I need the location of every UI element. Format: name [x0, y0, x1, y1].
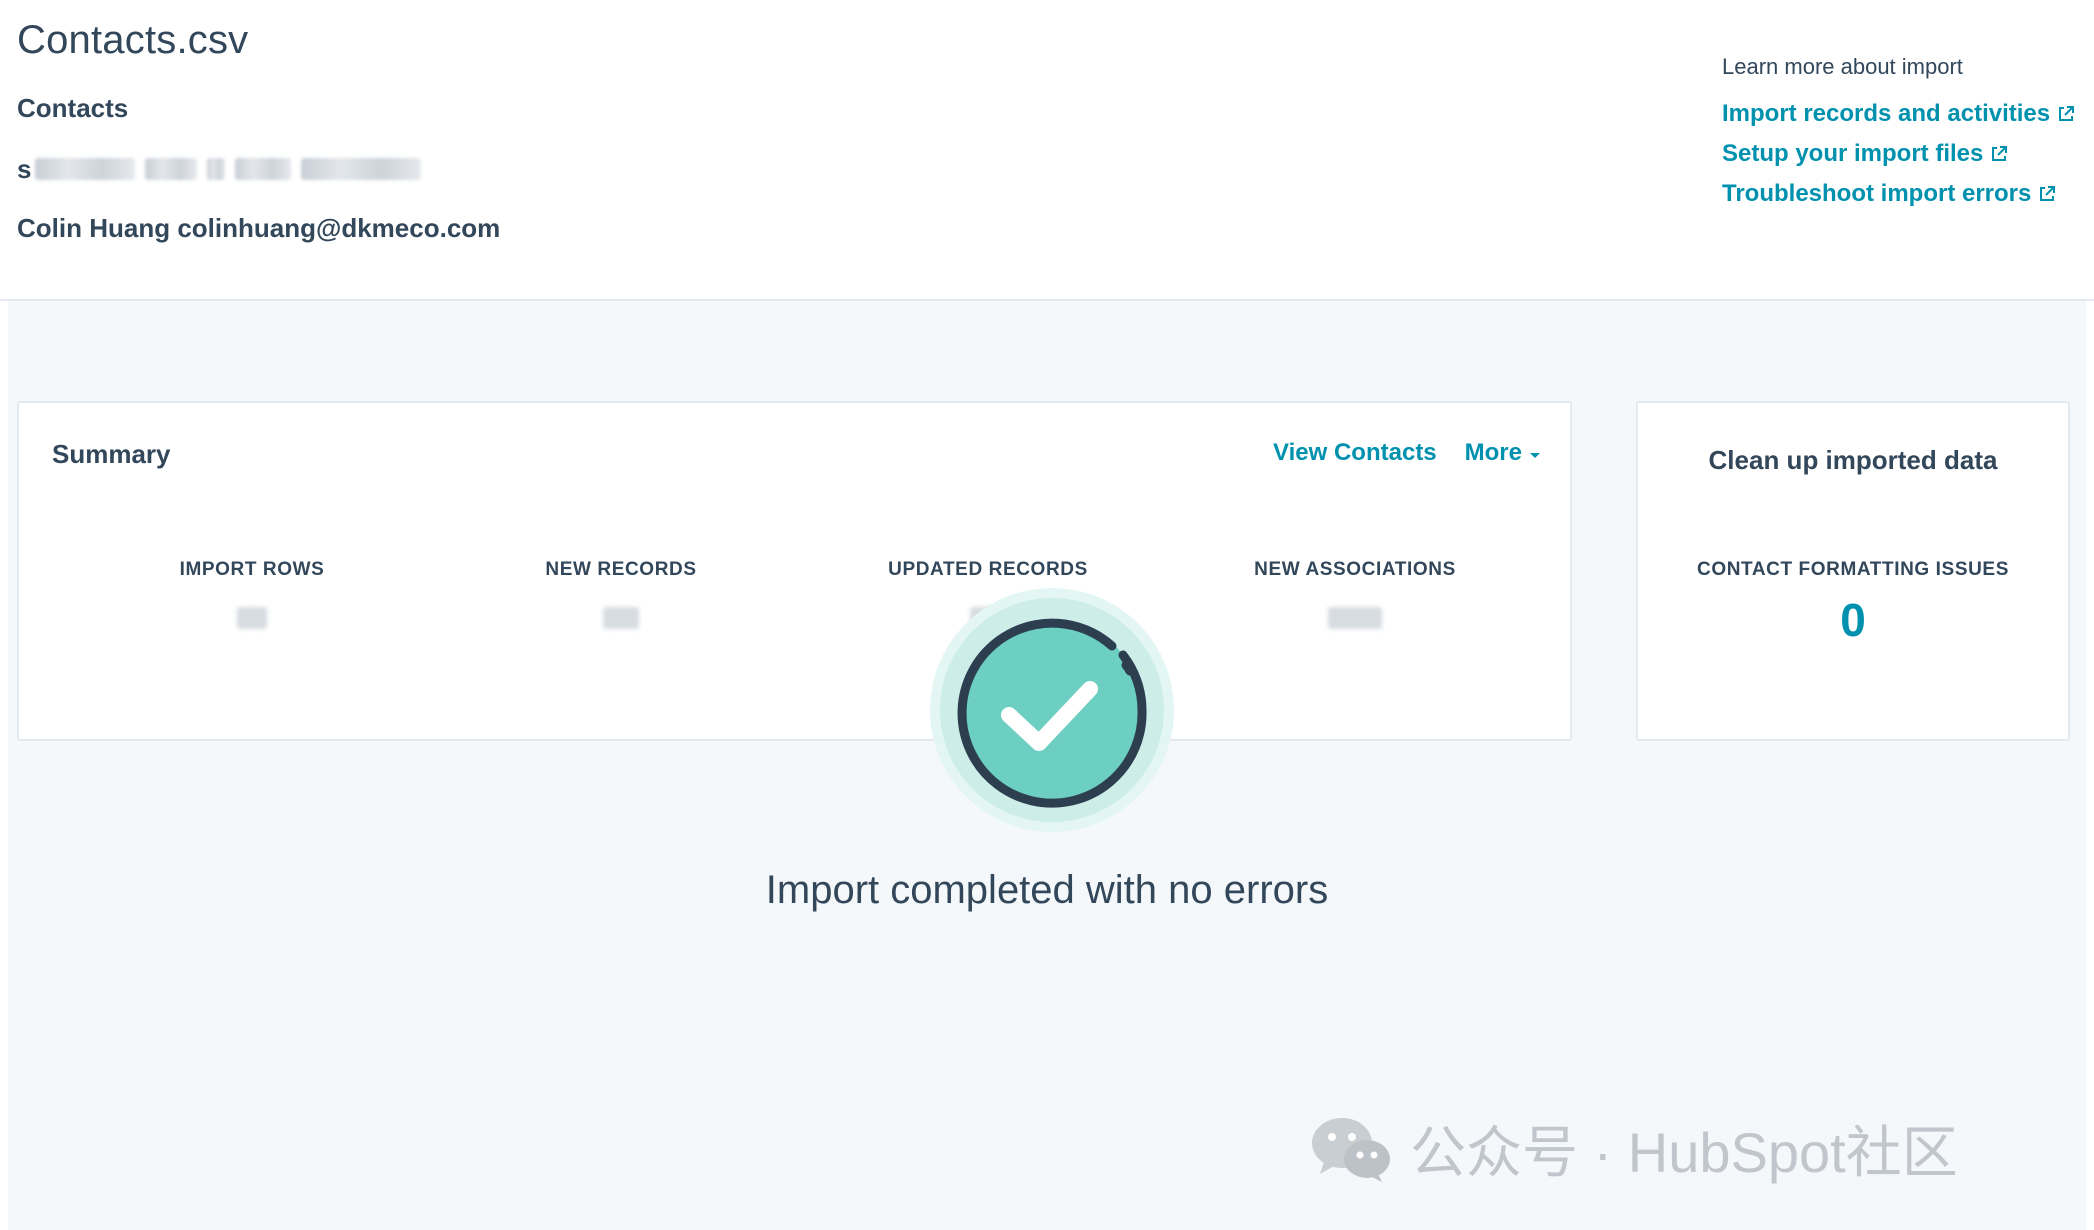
formatting-issues-label: CONTACT FORMATTING ISSUES — [1697, 559, 2009, 580]
learn-more-panel: Learn more about import Import records a… — [1722, 54, 2094, 214]
stat-label: NEW ASSOCIATIONS — [1254, 559, 1456, 580]
redacted-import-name: s — [17, 154, 451, 184]
more-label: More — [1464, 439, 1522, 466]
summary-card: Summary View Contacts More IMPORT ROWS N… — [17, 401, 1572, 741]
redacted-stat-value — [1328, 607, 1382, 629]
wechat-icon — [1312, 1117, 1390, 1182]
stat-import-rows: IMPORT ROWS — [72, 559, 432, 629]
stat-label: NEW RECORDS — [545, 559, 697, 580]
redacted-block — [35, 158, 136, 180]
external-link-icon — [2059, 106, 2075, 121]
formatting-issues-count[interactable]: 0 — [1638, 593, 2068, 647]
view-contacts-link[interactable]: View Contacts — [1273, 439, 1437, 467]
link-setup-import-files[interactable]: Setup your import files — [1722, 134, 2094, 174]
import-header: Contacts.csv Contacts s Colin Huang coli… — [0, 0, 2094, 301]
external-link-icon — [2040, 186, 2056, 201]
summary-actions: View Contacts More — [1273, 439, 1540, 467]
external-link-icon — [1992, 146, 2008, 161]
cleanup-title: Clean up imported data — [1708, 445, 1998, 475]
more-dropdown-button[interactable]: More — [1465, 439, 1540, 467]
file-title: Contacts.csv — [17, 18, 249, 62]
redacted-prefix: s — [17, 153, 32, 184]
stat-label: IMPORT ROWS — [179, 559, 325, 580]
wechat-watermark: 公众号 · HubSpot社区 — [1310, 1108, 1958, 1189]
link-import-records-and-activities[interactable]: Import records and activities — [1722, 94, 2094, 134]
object-type-label: Contacts — [17, 93, 129, 123]
redacted-block — [235, 158, 292, 180]
link-label: Setup your import files — [1722, 140, 1984, 167]
summary-title: Summary — [52, 439, 171, 469]
stat-label: UPDATED RECORDS — [888, 559, 1088, 580]
link-label: Import records and activities — [1722, 100, 2051, 127]
link-label: Troubleshoot import errors — [1722, 180, 2032, 207]
redacted-block — [301, 158, 422, 180]
cleanup-card: Clean up imported data CONTACT FORMATTIN… — [1636, 401, 2070, 741]
redacted-block — [207, 158, 226, 180]
import-owner: Colin Huang colinhuang@dkmeco.com — [17, 213, 501, 243]
stat-new-associations: NEW ASSOCIATIONS — [1175, 559, 1535, 629]
redacted-block — [145, 158, 198, 180]
learn-more-heading: Learn more about import — [1722, 54, 1963, 79]
watermark-text: 公众号 · HubSpot社区 — [1410, 1121, 1958, 1184]
link-troubleshoot-import-errors[interactable]: Troubleshoot import errors — [1722, 174, 2094, 214]
check-circle-icon — [930, 588, 1174, 832]
redacted-stat-value — [237, 607, 267, 629]
stat-new-records: NEW RECORDS — [441, 559, 801, 629]
completion-message: Import completed with no errors — [765, 868, 1329, 912]
caret-down-icon — [1530, 452, 1540, 458]
summary-stats: IMPORT ROWS NEW RECORDS UPDATED RECORDS … — [19, 559, 1570, 659]
redacted-stat-value — [603, 607, 639, 629]
